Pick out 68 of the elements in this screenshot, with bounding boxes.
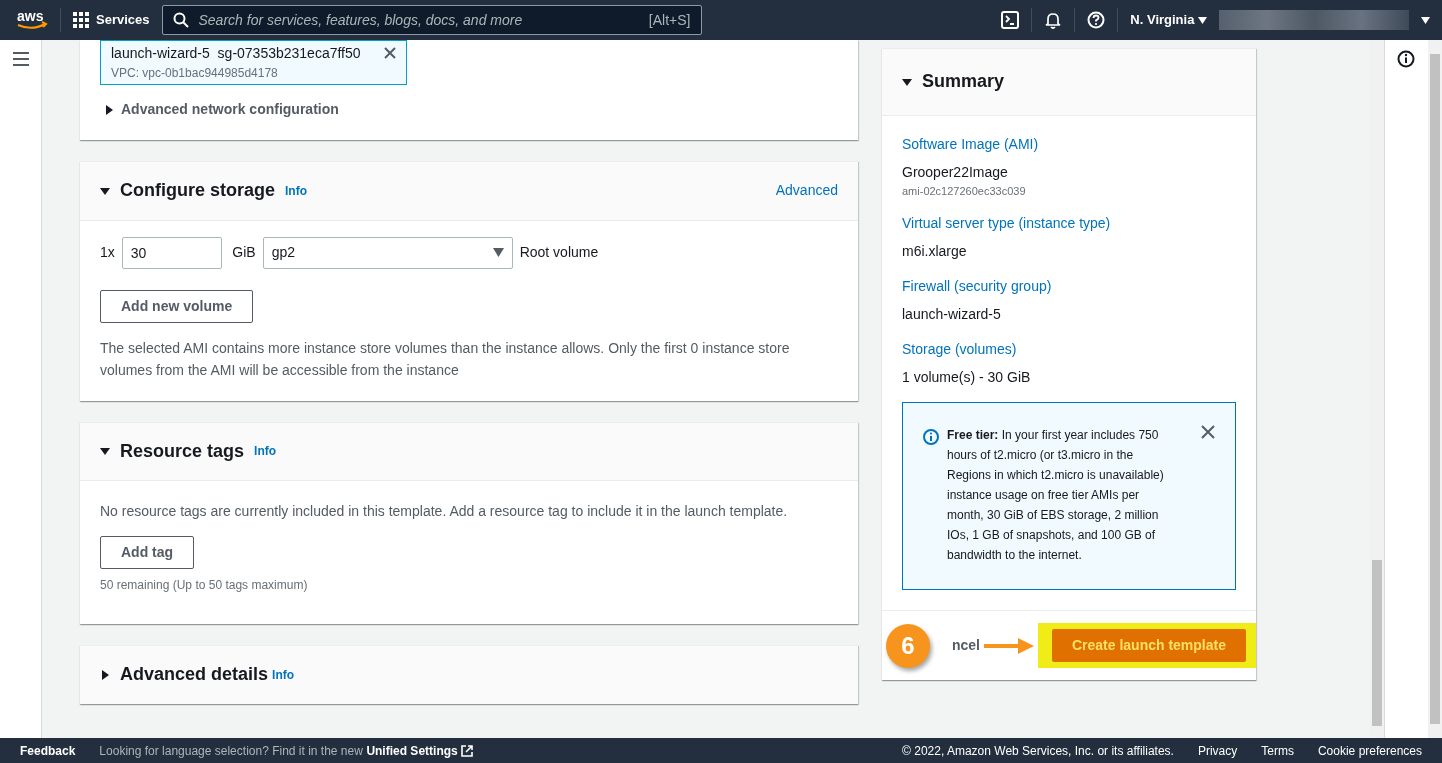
security-group-token[interactable]: launch-wizard-5 sg-07353b231eca7ff50 VPC: vpc-0b1bac944985d4178	[100, 40, 407, 85]
scrollbar[interactable]	[1428, 40, 1442, 738]
step-badge: 6	[886, 624, 930, 669]
summary-link[interactable]: Firewall (security group)	[902, 276, 1236, 298]
volume-type-select[interactable]: gp2	[262, 236, 513, 269]
summary-value: Grooper22Image	[902, 162, 1009, 182]
services-menu[interactable]: Services	[96, 10, 150, 30]
summary-value: launch-wizard-5	[902, 305, 1002, 325]
summary-link[interactable]: Storage (volumes)	[902, 339, 1236, 361]
info-link[interactable]: Info	[254, 442, 277, 461]
footer-link[interactable]: Terms	[1261, 741, 1294, 760]
close-icon[interactable]	[1201, 425, 1215, 440]
volume-label: Root volume	[519, 243, 599, 263]
search-bar[interactable]: Search for services, features, blogs, docs, and more [Alt+S]	[161, 5, 702, 35]
feedback-link[interactable]: Feedback	[20, 741, 76, 760]
add-tag-button[interactable]: Add tag	[100, 536, 195, 570]
storage-note: The selected AMI contains more instance store volumes than the instance allows. Only the first 0 instance store volumes from the AMI will be accessible from the instance	[100, 338, 791, 380]
add-volume-button[interactable]: Add new volume	[100, 289, 254, 323]
logo[interactable]: aws	[16, 9, 48, 31]
close-icon[interactable]	[384, 46, 396, 59]
expand-icon[interactable]	[100, 670, 110, 680]
volume-size-field[interactable]: 30	[121, 236, 222, 269]
step-arrow	[983, 637, 1034, 654]
caret-icon[interactable]	[1198, 17, 1207, 25]
language-note: Looking for language selection? Find it in the new	[99, 742, 363, 760]
search-icon	[172, 12, 189, 28]
summary-subvalue: ami-02c127260ec33c039	[902, 183, 1027, 199]
section-title: Advanced details	[120, 664, 269, 686]
grid-icon[interactable]	[73, 12, 89, 28]
info-icon	[923, 428, 939, 445]
volume-count: 1x	[100, 243, 115, 263]
info-icon[interactable]	[1397, 50, 1415, 68]
security-group-name: launch-wizard-5 sg-07353b231eca7ff50	[111, 44, 361, 63]
summary-title: Summary	[922, 71, 1005, 93]
section-title: Configure storage	[120, 180, 275, 202]
summary-value: 1 volume(s) - 30 GiB	[902, 368, 1032, 388]
alert-text: Free tier: In your first year includes 750 hours of t2.micro (or t3.micro in the Regions in which t2.micro is unavailable) instance usage on free tier AMIs per month, 30 GiB of EBS storage, 2 million IOs, 1 GB of snapshots, and 100 GB of bandwidth to the internet.	[947, 427, 1165, 565]
menu-icon[interactable]	[12, 52, 29, 66]
vpc-id: VPC: vpc-0b1bac944985d4178	[111, 65, 279, 82]
external-link-icon	[461, 744, 474, 757]
shortcut-hint: [Alt+S]	[648, 10, 691, 30]
summary-link[interactable]: Software Image (AMI)	[902, 133, 1236, 155]
info-link[interactable]: Info	[285, 181, 307, 200]
caret-icon	[492, 248, 504, 258]
caret-icon[interactable]	[1421, 16, 1430, 24]
collapse-icon[interactable]	[100, 185, 110, 196]
bell-icon[interactable]	[1044, 11, 1063, 29]
advanced-link[interactable]: Advanced	[775, 180, 838, 202]
expand-icon[interactable]	[104, 104, 114, 115]
size-unit: GiB	[232, 243, 256, 263]
info-link[interactable]: Info	[272, 665, 295, 684]
collapse-icon[interactable]	[100, 446, 110, 457]
help-icon[interactable]	[1087, 11, 1106, 29]
tags-note: No resource tags are currently included in this template. Add a resource tag to include it in the launch template.	[100, 502, 789, 522]
summary-link[interactable]: Virtual server type (instance type)	[902, 213, 1236, 235]
settings-link[interactable]: Unified Settings	[366, 741, 458, 760]
footer-link[interactable]: Cookie preferences	[1317, 741, 1422, 760]
region-menu[interactable]: N. Virginia	[1130, 10, 1207, 30]
terminal-icon[interactable]	[1001, 11, 1020, 29]
tags-remaining: 50 remaining (Up to 50 tags maximum)	[100, 577, 309, 595]
copyright: © 2022, Amazon Web Services, Inc. or its affiliates.	[902, 742, 1174, 760]
cancel-link[interactable]: ncel	[952, 635, 980, 657]
footer-link[interactable]: Privacy	[1197, 741, 1238, 760]
collapse-icon[interactable]	[902, 76, 912, 87]
section-title: Resource tags	[120, 440, 245, 463]
advanced-network-toggle[interactable]: Advanced network configuration	[121, 99, 339, 120]
search-input[interactable]: Search for services, features, blogs, docs, and more	[196, 8, 641, 32]
summary-value: m6i.xlarge	[902, 242, 968, 262]
